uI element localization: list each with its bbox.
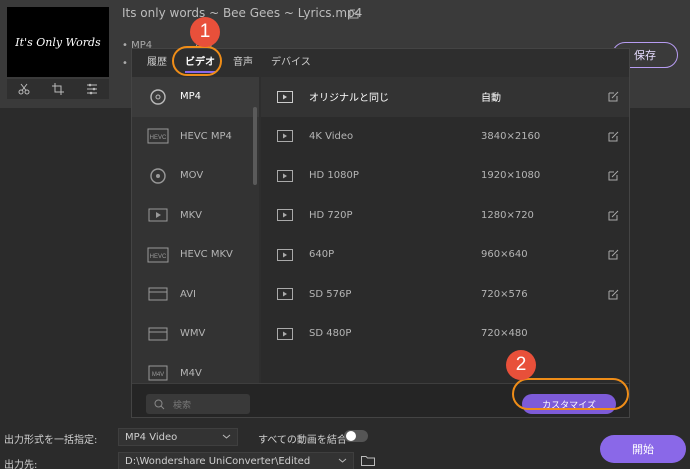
- resolution-list: オリジナルと同じ 自動 4K Video 3840×2160 HD 1080P …: [261, 77, 629, 383]
- resolution-value: 自動: [481, 93, 501, 105]
- wmv-icon: [146, 324, 170, 344]
- output-format-label: 出力形式を一括指定:: [4, 435, 98, 446]
- meta-bullet: •: [122, 58, 128, 69]
- video-file-icon: [277, 129, 295, 143]
- tab-audio[interactable]: 音声: [224, 49, 262, 77]
- format-item-wmv[interactable]: WMV: [132, 314, 259, 354]
- search-icon: [154, 399, 165, 409]
- format-label: MKV: [180, 209, 203, 221]
- resolution-name: オリジナルと同じ: [309, 93, 389, 105]
- avi-icon: [146, 284, 170, 304]
- edit-toolbar: [7, 79, 109, 99]
- m4v-icon: M4V: [146, 363, 170, 383]
- format-popup: 履歴 ビデオ 音声 デバイス MP4 HEVC HEVC MP4 MOV MKV…: [131, 48, 630, 418]
- merge-label: すべての動画を結合: [258, 435, 347, 446]
- video-file-icon: [277, 327, 295, 341]
- folder-icon[interactable]: [361, 455, 375, 466]
- effects-icon[interactable]: [86, 83, 98, 95]
- format-item-m4v[interactable]: M4V M4V: [132, 354, 259, 384]
- resolution-row[interactable]: 4K Video 3840×2160: [261, 117, 629, 157]
- file-title: Its only words ~ Bee Gees ~ Lyrics.mp4: [122, 6, 363, 20]
- output-path-label: 出力先:: [4, 460, 38, 469]
- chevron-down-icon: [222, 434, 231, 439]
- resolution-value: 1920×1080: [481, 170, 541, 182]
- search-input[interactable]: 検索: [146, 394, 250, 414]
- format-label: MOV: [180, 170, 204, 182]
- resolution-name: 640P: [309, 249, 335, 261]
- annotation-ring-customize: [512, 378, 629, 410]
- edit-icon[interactable]: [608, 170, 619, 181]
- video-file-icon: [277, 287, 295, 301]
- tab-history[interactable]: 履歴: [138, 49, 176, 77]
- resolution-row[interactable]: オリジナルと同じ 自動: [261, 77, 629, 117]
- start-button[interactable]: 開始: [600, 435, 686, 463]
- resolution-name: 4K Video: [309, 130, 354, 142]
- edit-icon[interactable]: [608, 91, 619, 102]
- mov-icon: [146, 166, 170, 186]
- output-format-select[interactable]: MP4 Video: [118, 428, 238, 446]
- format-label: AVI: [180, 288, 196, 300]
- video-file-icon: [277, 169, 295, 183]
- resolution-row[interactable]: HD 720P 1280×720: [261, 196, 629, 236]
- resolution-row[interactable]: HD 1080P 1920×1080: [261, 156, 629, 196]
- resolution-row[interactable]: 640P 960×640: [261, 235, 629, 275]
- video-file-icon: [277, 90, 295, 104]
- resolution-row[interactable]: SD 480P 720×480: [261, 314, 629, 354]
- format-label: HEVC MP4: [180, 130, 232, 142]
- format-list-scrollbar[interactable]: [253, 107, 257, 185]
- resolution-name: HD 720P: [309, 209, 353, 221]
- svg-text:HEVC: HEVC: [150, 135, 167, 141]
- output-path-value: D:\Wondershare UniConverter\Edited: [125, 455, 311, 467]
- output-path-select[interactable]: D:\Wondershare UniConverter\Edited: [118, 452, 354, 469]
- resolution-value: 720×576: [481, 288, 528, 300]
- format-label: M4V: [180, 367, 202, 379]
- mkv-icon: [146, 205, 170, 225]
- video-file-icon: [277, 248, 295, 262]
- format-item-avi[interactable]: AVI: [132, 275, 259, 315]
- format-label: MP4: [180, 91, 202, 103]
- resolution-value: 960×640: [481, 249, 528, 261]
- merge-toggle[interactable]: [344, 430, 368, 442]
- hevc-icon: HEVC: [146, 245, 170, 265]
- video-thumbnail[interactable]: It's Only Words: [7, 7, 109, 77]
- edit-icon[interactable]: [608, 249, 619, 260]
- mp4-icon: [146, 87, 170, 107]
- resolution-value: 1280×720: [481, 209, 534, 221]
- edit-title-icon[interactable]: [349, 8, 360, 19]
- scissors-icon[interactable]: [18, 83, 30, 95]
- resolution-name: SD 576P: [309, 288, 352, 300]
- format-item-mp4[interactable]: MP4: [132, 77, 259, 117]
- format-item-mov[interactable]: MOV: [132, 156, 259, 196]
- annotation-badge-2: 2: [506, 350, 536, 380]
- resolution-name: HD 1080P: [309, 170, 359, 182]
- resolution-value: 3840×2160: [481, 130, 541, 142]
- annotation-ring-video-tab: [172, 46, 222, 76]
- thumbnail-title: It's Only Words: [15, 35, 101, 49]
- search-placeholder: 検索: [173, 400, 192, 411]
- chevron-down-icon: [338, 458, 347, 463]
- hevc-icon: HEVC: [146, 126, 170, 146]
- format-label: HEVC MKV: [180, 249, 233, 261]
- tab-device[interactable]: デバイス: [262, 49, 320, 77]
- output-format-value: MP4 Video: [125, 431, 178, 443]
- annotation-badge-1: 1: [190, 17, 220, 47]
- svg-text:HEVC: HEVC: [150, 254, 167, 260]
- format-item-hevc-mkv[interactable]: HEVC HEVC MKV: [132, 235, 259, 275]
- format-list: MP4 HEVC HEVC MP4 MOV MKV HEVC HEVC MKV …: [132, 77, 259, 383]
- edit-icon[interactable]: [608, 289, 619, 300]
- resolution-row[interactable]: SD 576P 720×576: [261, 275, 629, 315]
- resolution-name: SD 480P: [309, 328, 352, 340]
- resolution-value: 720×480: [481, 328, 528, 340]
- video-file-icon: [277, 208, 295, 222]
- format-item-mkv[interactable]: MKV: [132, 196, 259, 236]
- format-label: WMV: [180, 328, 206, 340]
- edit-icon[interactable]: [608, 210, 619, 221]
- edit-icon[interactable]: [608, 131, 619, 142]
- crop-icon[interactable]: [52, 83, 64, 95]
- format-item-hevc-mp4[interactable]: HEVC HEVC MP4: [132, 117, 259, 157]
- svg-text:M4V: M4V: [152, 372, 164, 378]
